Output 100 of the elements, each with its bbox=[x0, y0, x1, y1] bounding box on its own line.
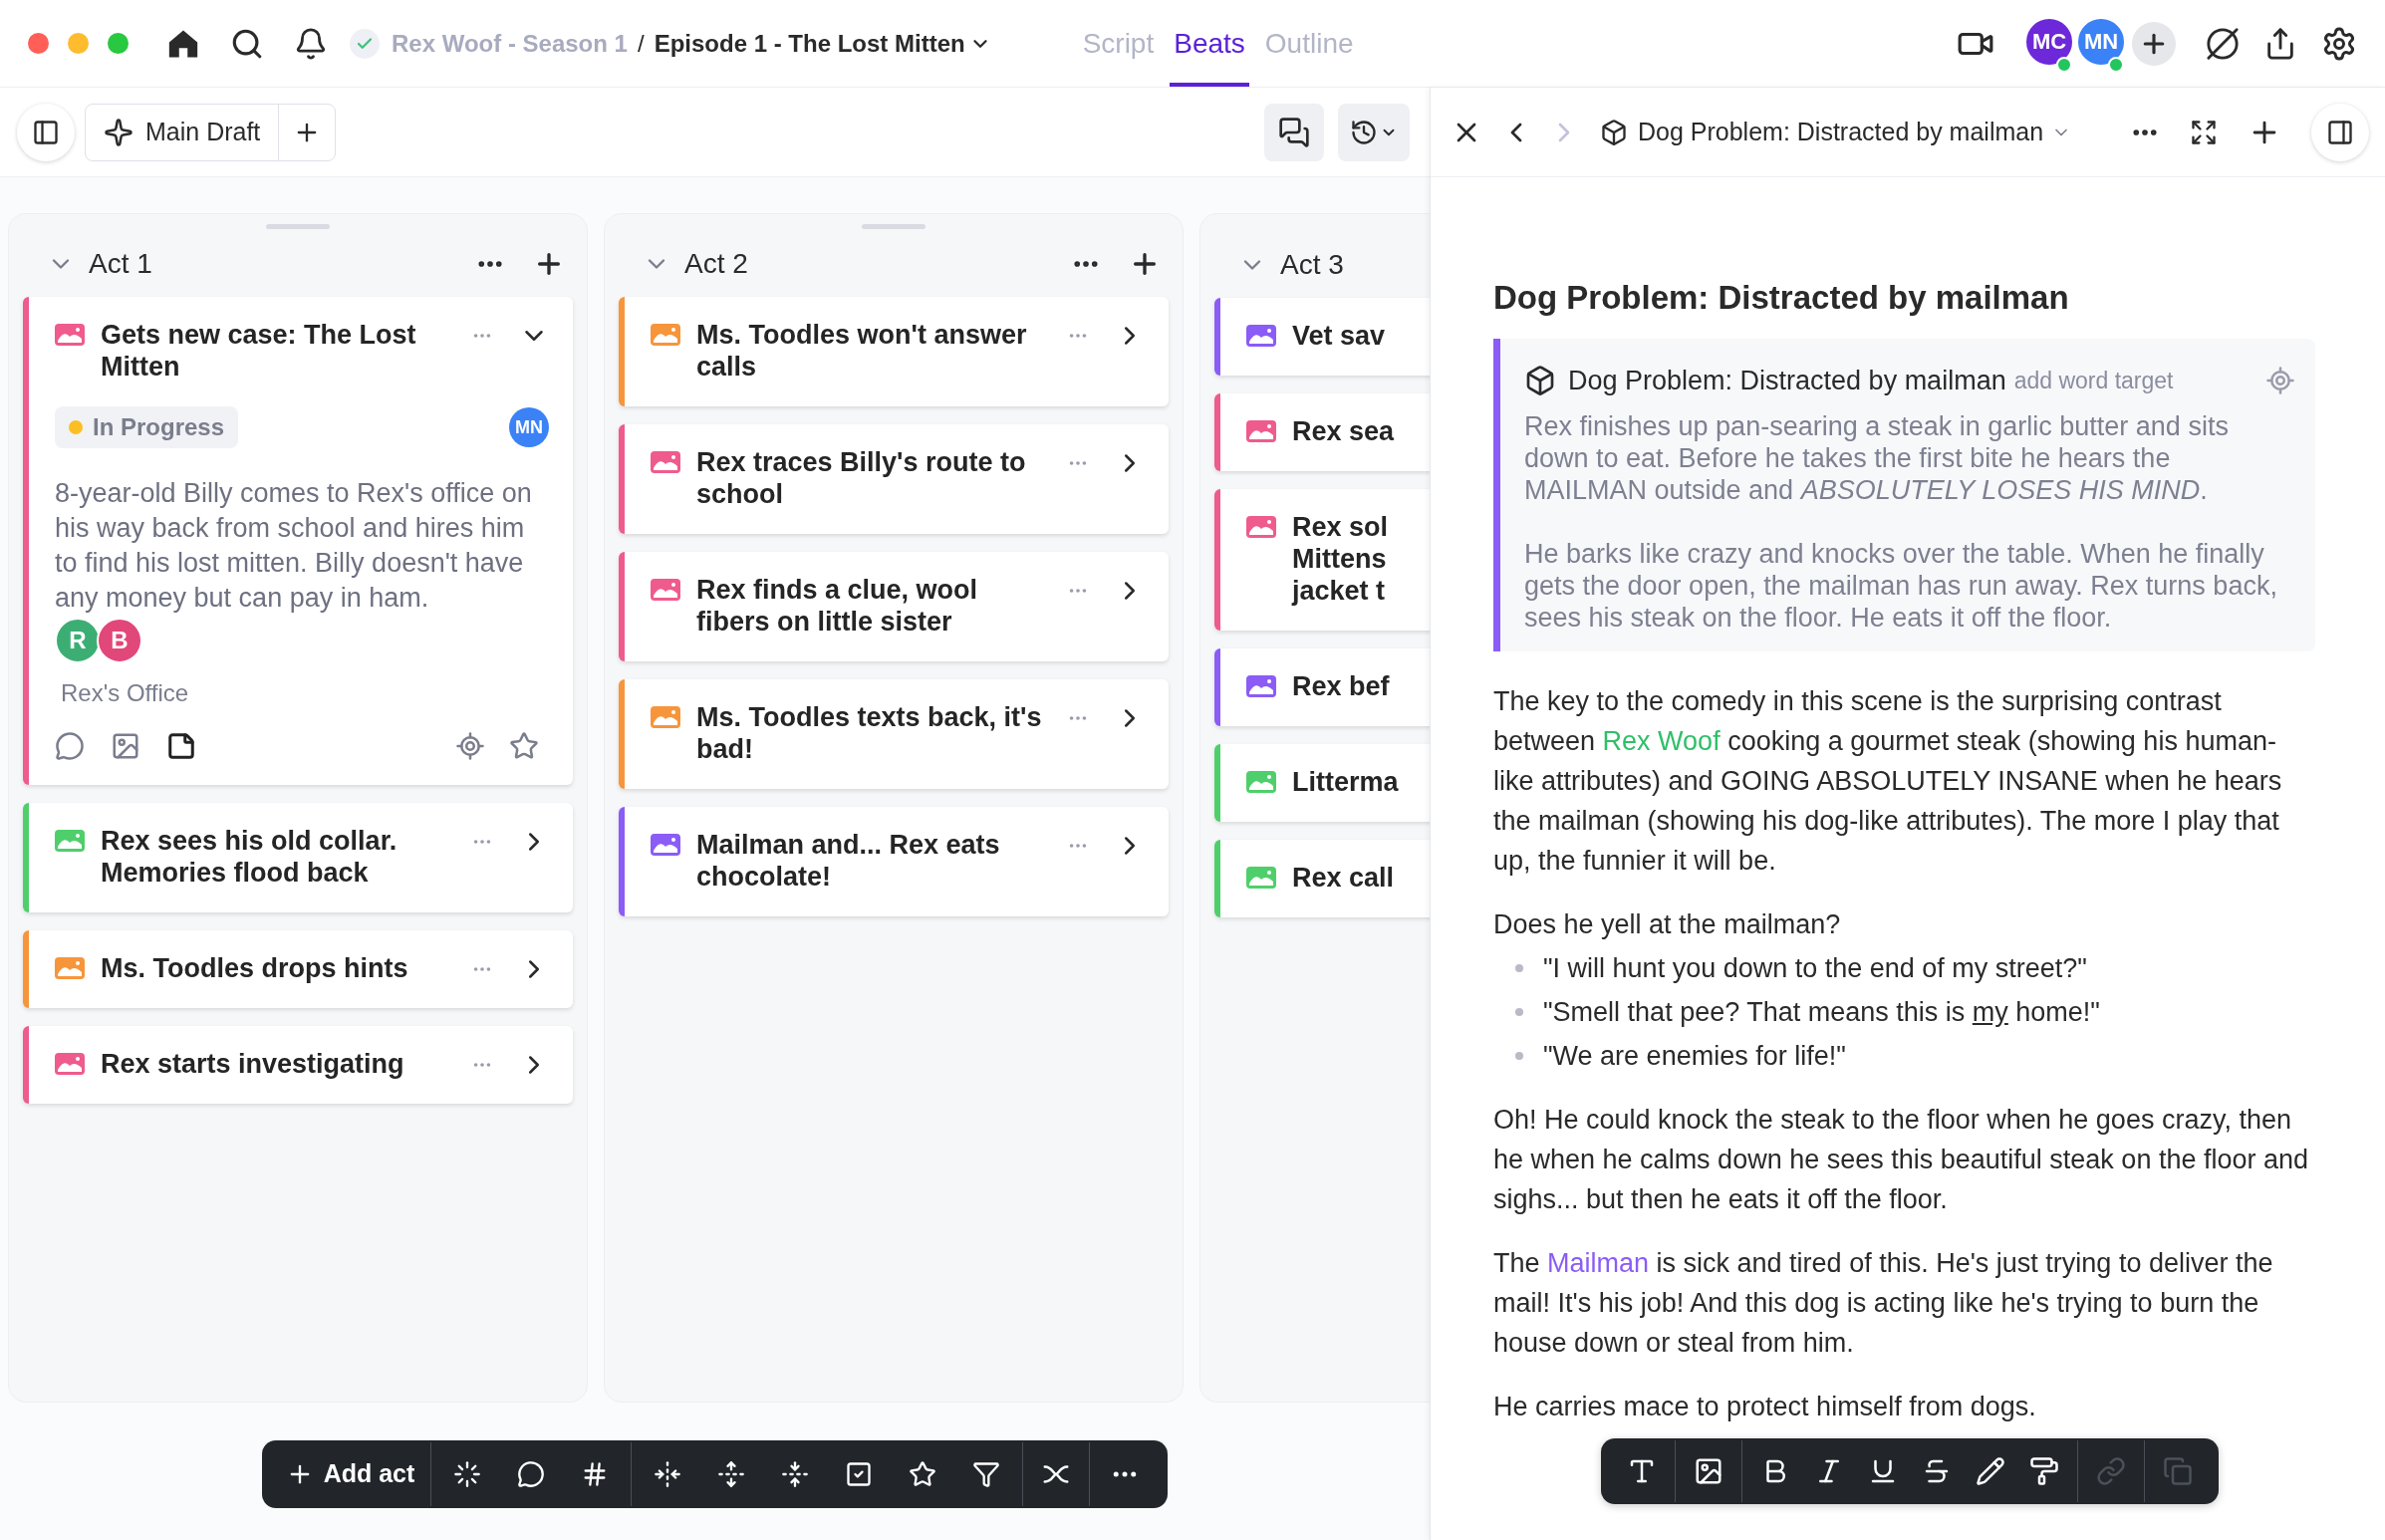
pencil-icon[interactable] bbox=[1976, 1456, 2005, 1486]
body-paragraph: He carries mace to protect himself from dogs. bbox=[1493, 1391, 2037, 1423]
note-icon[interactable] bbox=[166, 731, 196, 761]
character-link[interactable]: Mailman bbox=[1547, 1248, 1650, 1278]
body-paragraph: The key to the comedy in this scene is the surprising contrast between Rex Woof cooking a gourmet steak (showing his human-like attributes) and GOING ABSOLUTELY INSANE when he hears the mailman (showing his dog-like attributes). The more I play that up, the funnier it will be. bbox=[1493, 685, 2283, 878]
filter-icon[interactable] bbox=[972, 1460, 1001, 1488]
window-close-control[interactable] bbox=[28, 33, 49, 54]
act-title: Act 3 bbox=[1280, 248, 1344, 282]
collapse-vertical-icon[interactable] bbox=[781, 1460, 810, 1488]
fullscreen-icon[interactable] bbox=[2190, 118, 2218, 146]
beat-title: Rex starts investigating bbox=[101, 1048, 405, 1080]
sidebar-icon[interactable] bbox=[32, 118, 60, 146]
beat-card[interactable]: Rex traces Billy's route to school bbox=[619, 424, 1169, 534]
beat-card[interactable]: Rex sea bbox=[1214, 393, 1430, 471]
character-avatar: B bbox=[97, 618, 142, 663]
synopsis-title: Dog Problem: Distracted by mailman bbox=[1568, 364, 2006, 397]
location-label: Rex's Office bbox=[61, 678, 190, 708]
beat-title: Ms. Toodles drops hints bbox=[101, 952, 409, 984]
act-title: Act 1 bbox=[89, 247, 152, 281]
beat-title: Litterma bbox=[1292, 766, 1399, 798]
episode-breadcrumb[interactable]: Episode 1 - The Lost Mitten bbox=[654, 25, 965, 62]
expand-vertical-icon[interactable] bbox=[717, 1460, 746, 1488]
beat-card[interactable]: Rex sol Mittens jacket t bbox=[1214, 489, 1430, 631]
star-icon[interactable] bbox=[909, 1460, 937, 1488]
image-icon bbox=[651, 579, 680, 601]
panel-toggle-button[interactable] bbox=[2311, 103, 2369, 161]
beat-title: Ms. Toodles texts back, it's bad! bbox=[696, 701, 1043, 765]
character-avatar: R bbox=[55, 618, 101, 663]
sidebar-toggle-button[interactable] bbox=[17, 103, 75, 161]
beat-title: Rex finds a clue, wool fibers on little sister bbox=[696, 574, 979, 638]
beat-title: Ms. Toodles won't answer calls bbox=[696, 319, 1028, 383]
drag-handle[interactable] bbox=[266, 224, 330, 229]
spinner-icon[interactable] bbox=[453, 1460, 482, 1488]
collaborator-avatar: MC bbox=[2024, 16, 2074, 67]
bullet-text: "We are enemies for life!" bbox=[1543, 1040, 1846, 1073]
image-icon[interactable] bbox=[1694, 1456, 1723, 1486]
drag-handle[interactable] bbox=[862, 224, 926, 229]
chat-bubbles-icon[interactable] bbox=[1278, 116, 1310, 148]
settings-icon[interactable] bbox=[2321, 25, 2357, 62]
status-label: In Progress bbox=[93, 412, 225, 442]
panel-title[interactable]: Dog Problem: Distracted by mailman bbox=[1638, 113, 2044, 151]
image-icon bbox=[55, 957, 85, 979]
synopsis-paragraph: Rex finishes up pan-searing a steak in garlic butter and sits down to eat. Before he takes the first bite he hears the MAILMAN outside and ABSOLUTELY LOSES HIS MIND. bbox=[1524, 410, 2230, 506]
beat-title: Rex traces Billy's route to school bbox=[696, 446, 1027, 510]
history-button[interactable] bbox=[1338, 103, 1410, 161]
image-icon bbox=[1246, 420, 1276, 442]
beat-card[interactable]: Vet sav bbox=[1214, 298, 1430, 376]
beat-title: Rex bef bbox=[1292, 670, 1390, 702]
image-icon bbox=[1246, 771, 1276, 793]
scene-heading: Dog Problem: Distracted by mailman bbox=[1493, 278, 2070, 318]
target-icon[interactable] bbox=[455, 731, 485, 761]
beat-card[interactable]: Ms. Toodles won't answer calls bbox=[619, 297, 1169, 406]
paint-roller-icon[interactable] bbox=[2029, 1456, 2059, 1486]
comments-button[interactable] bbox=[1264, 103, 1324, 161]
body-paragraph: The Mailman is sick and tired of this. He's just trying to deliver the mail! It's his job! And this dog is acting like he's trying to burn the house down or steal from him. bbox=[1493, 1247, 2274, 1360]
collapse-horizontal-icon[interactable] bbox=[654, 1460, 682, 1488]
add-collaborator-button[interactable] bbox=[2132, 21, 2176, 66]
image-icon bbox=[55, 830, 85, 852]
beat-title: Rex sol Mittens jacket t bbox=[1292, 511, 1389, 607]
breadcrumb-separator: / bbox=[637, 28, 645, 59]
beat-title: Gets new case: The Lost Mitten bbox=[101, 319, 417, 383]
beat-card[interactable]: Rex starts investigating bbox=[23, 1026, 573, 1104]
star-icon[interactable] bbox=[509, 731, 539, 761]
beat-card[interactable] bbox=[23, 297, 573, 785]
beat-card[interactable]: Litterma bbox=[1214, 744, 1430, 822]
beat-card[interactable]: Rex bef bbox=[1214, 648, 1430, 726]
body-paragraph: Oh! He could knock the steak to the floor when he goes crazy, then he when he calms down he sees this beautiful steak on the floor and sighs... but then he eats it off the floor. bbox=[1493, 1104, 2309, 1216]
beat-card[interactable]: Rex call bbox=[1214, 840, 1430, 917]
add-act-button[interactable]: Add act bbox=[269, 1440, 431, 1508]
image-icon bbox=[55, 1053, 85, 1075]
target-icon[interactable] bbox=[2265, 365, 2295, 395]
image-icon bbox=[651, 324, 680, 346]
status-badge[interactable]: In Progress bbox=[55, 406, 239, 448]
cube-icon bbox=[1600, 118, 1628, 146]
saved-status-icon bbox=[350, 28, 380, 59]
beat-card[interactable]: Ms. Toodles drops hints bbox=[23, 930, 573, 1008]
image-icon bbox=[651, 706, 680, 728]
notifications-icon[interactable] bbox=[294, 26, 328, 61]
image-icon bbox=[1246, 325, 1276, 347]
assignee-avatar: MN bbox=[509, 407, 549, 447]
image-icon bbox=[55, 324, 85, 346]
circle-slash-icon[interactable] bbox=[2206, 26, 2240, 61]
collaborator-avatar: MN bbox=[2076, 16, 2126, 67]
bullet-text: "Smell that pee? That means this is my home!" bbox=[1543, 996, 2100, 1029]
history-icon[interactable] bbox=[1350, 118, 1378, 146]
image-icon bbox=[651, 451, 680, 473]
side-panel-icon[interactable] bbox=[2326, 118, 2354, 146]
beat-card[interactable]: Mailman and... Rex eats chocolate! bbox=[619, 807, 1169, 916]
image-icon bbox=[1246, 867, 1276, 889]
image-icon bbox=[1246, 675, 1276, 697]
beat-title: Rex sees his old collar. Memories flood back bbox=[101, 825, 398, 889]
beat-card[interactable]: Ms. Toodles texts back, it's bad! bbox=[619, 679, 1169, 789]
beat-card[interactable]: Rex finds a clue, wool fibers on little sister bbox=[619, 552, 1169, 661]
beat-card[interactable]: Rex sees his old collar. Memories flood back bbox=[23, 803, 573, 912]
act-title: Act 2 bbox=[684, 247, 748, 281]
square-check-icon[interactable] bbox=[845, 1460, 874, 1488]
body-paragraph: Does he yell at the mailman? bbox=[1493, 908, 1842, 941]
sparkle-icon[interactable] bbox=[104, 117, 133, 147]
beat-title: Rex call bbox=[1292, 862, 1395, 894]
image-icon bbox=[1246, 516, 1276, 538]
